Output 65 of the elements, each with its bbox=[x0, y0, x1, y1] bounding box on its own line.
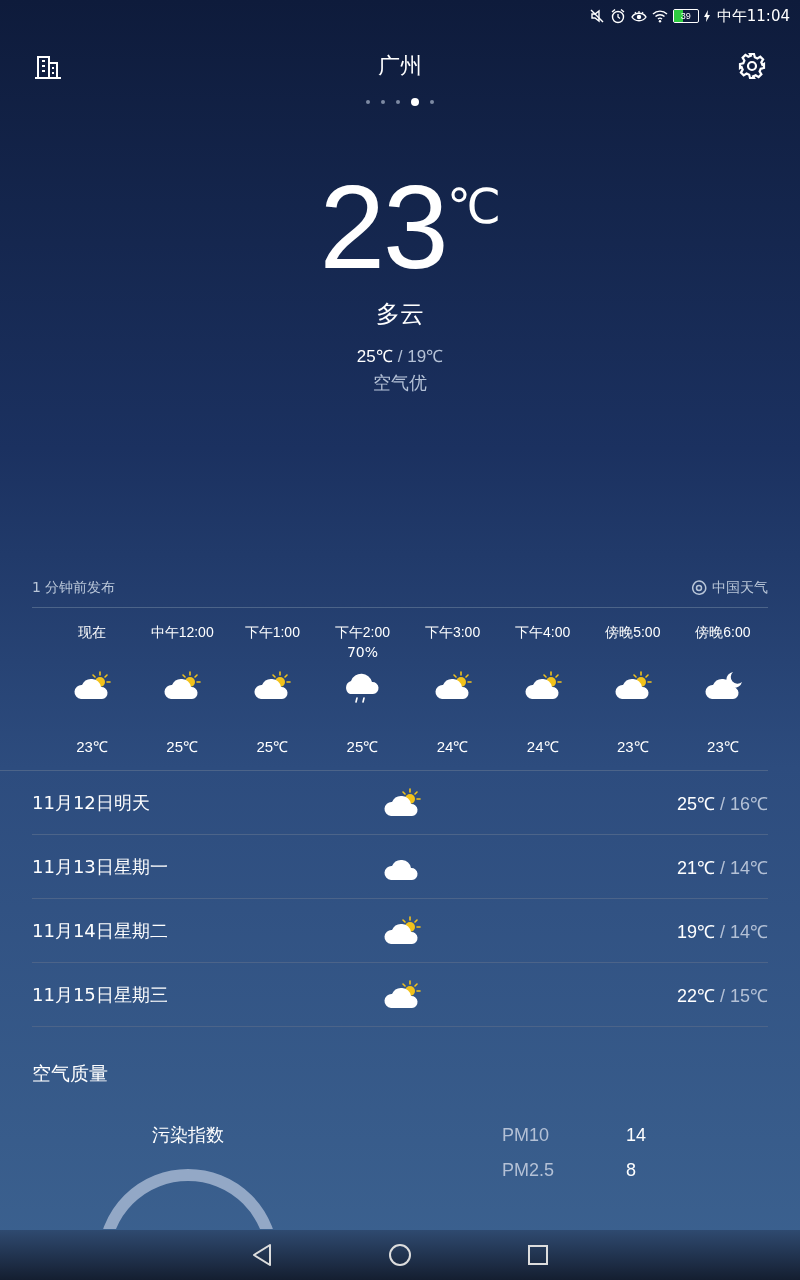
separator: / bbox=[719, 857, 725, 878]
current-temperature: 23 bbox=[319, 172, 447, 282]
separator: / bbox=[719, 985, 725, 1006]
low-temperature: 19℃ bbox=[407, 347, 444, 366]
hour-label: 下午1:00 bbox=[244, 624, 300, 642]
publish-time: 1 分钟前发布 bbox=[32, 579, 116, 597]
forecast-date: 11月12日明天 bbox=[32, 790, 151, 815]
hour-temperature: 25℃ bbox=[166, 737, 199, 756]
high-temperature: 19℃ bbox=[676, 921, 715, 942]
forecast-date: 11月14日星期二 bbox=[32, 918, 169, 943]
page-indicator-dot[interactable] bbox=[381, 100, 385, 104]
eye-icon bbox=[630, 8, 647, 24]
hour-temperature: 23℃ bbox=[616, 737, 649, 756]
pollutant-name: PM2.5 bbox=[502, 1160, 556, 1181]
hour-temperature: 25℃ bbox=[346, 737, 379, 756]
weather-condition: 多云 bbox=[376, 299, 424, 330]
back-icon[interactable] bbox=[251, 1243, 273, 1267]
temperature-unit: ℃ bbox=[446, 177, 501, 236]
alarm-icon bbox=[609, 8, 626, 24]
forecast-date: 11月13日星期一 bbox=[32, 854, 169, 879]
hour-label: 现在 bbox=[78, 624, 107, 642]
home-icon[interactable] bbox=[388, 1243, 412, 1267]
pollutant-value: 8 bbox=[626, 1160, 636, 1181]
recents-icon[interactable] bbox=[527, 1244, 549, 1266]
hour-temperature: 24℃ bbox=[526, 737, 559, 756]
hour-label: 中午12:00 bbox=[150, 624, 214, 642]
separator: / bbox=[719, 921, 725, 942]
gauge-title: 污染指数 bbox=[152, 1123, 224, 1147]
hour-label: 傍晚6:00 bbox=[695, 624, 751, 642]
page-indicator-dot[interactable] bbox=[396, 100, 400, 104]
hour-temperature: 23℃ bbox=[707, 737, 739, 756]
city-name: 广州 bbox=[378, 52, 422, 80]
city-buildings-icon[interactable] bbox=[34, 53, 62, 79]
section-title: 空气质量 bbox=[32, 1061, 109, 1086]
hour-temperature: 25℃ bbox=[256, 737, 289, 756]
low-temperature: 14℃ bbox=[729, 857, 768, 878]
high-temperature: 22℃ bbox=[676, 985, 715, 1006]
hour-temperature: 24℃ bbox=[436, 737, 469, 756]
air-quality-summary: 空气优 bbox=[373, 371, 427, 395]
low-temperature: 16℃ bbox=[729, 793, 768, 814]
page-indicator-dot[interactable] bbox=[411, 98, 419, 106]
hour-label: 下午4:00 bbox=[515, 624, 571, 642]
weather-source: 中国天气 bbox=[712, 579, 768, 597]
precipitation-chance: 70% bbox=[346, 644, 378, 662]
pollutant-value: 14 bbox=[626, 1125, 647, 1146]
hour-label: 下午2:00 bbox=[334, 624, 391, 642]
page-indicator-dot[interactable] bbox=[366, 100, 370, 104]
forecast-date: 11月15日星期三 bbox=[32, 982, 169, 1007]
high-temperature: 25℃ bbox=[356, 347, 393, 366]
high-temperature: 21℃ bbox=[676, 857, 715, 878]
charging-icon bbox=[703, 10, 710, 22]
mute-icon bbox=[588, 8, 605, 24]
low-temperature: 15℃ bbox=[729, 985, 768, 1006]
hour-temperature: 23℃ bbox=[76, 737, 108, 756]
clock-time: 中午11:04 bbox=[716, 6, 790, 26]
low-temperature: 14℃ bbox=[729, 921, 768, 942]
settings-icon[interactable] bbox=[738, 52, 766, 80]
separator: / bbox=[719, 793, 725, 814]
hour-label: 傍晚5:00 bbox=[605, 624, 661, 642]
separator: / bbox=[397, 347, 403, 366]
high-temperature: 25℃ bbox=[676, 793, 715, 814]
pollutant-name: PM10 bbox=[502, 1125, 551, 1146]
hour-label: 下午3:00 bbox=[424, 624, 481, 642]
wifi-icon bbox=[651, 8, 668, 24]
page-indicator-dot[interactable] bbox=[430, 100, 434, 104]
